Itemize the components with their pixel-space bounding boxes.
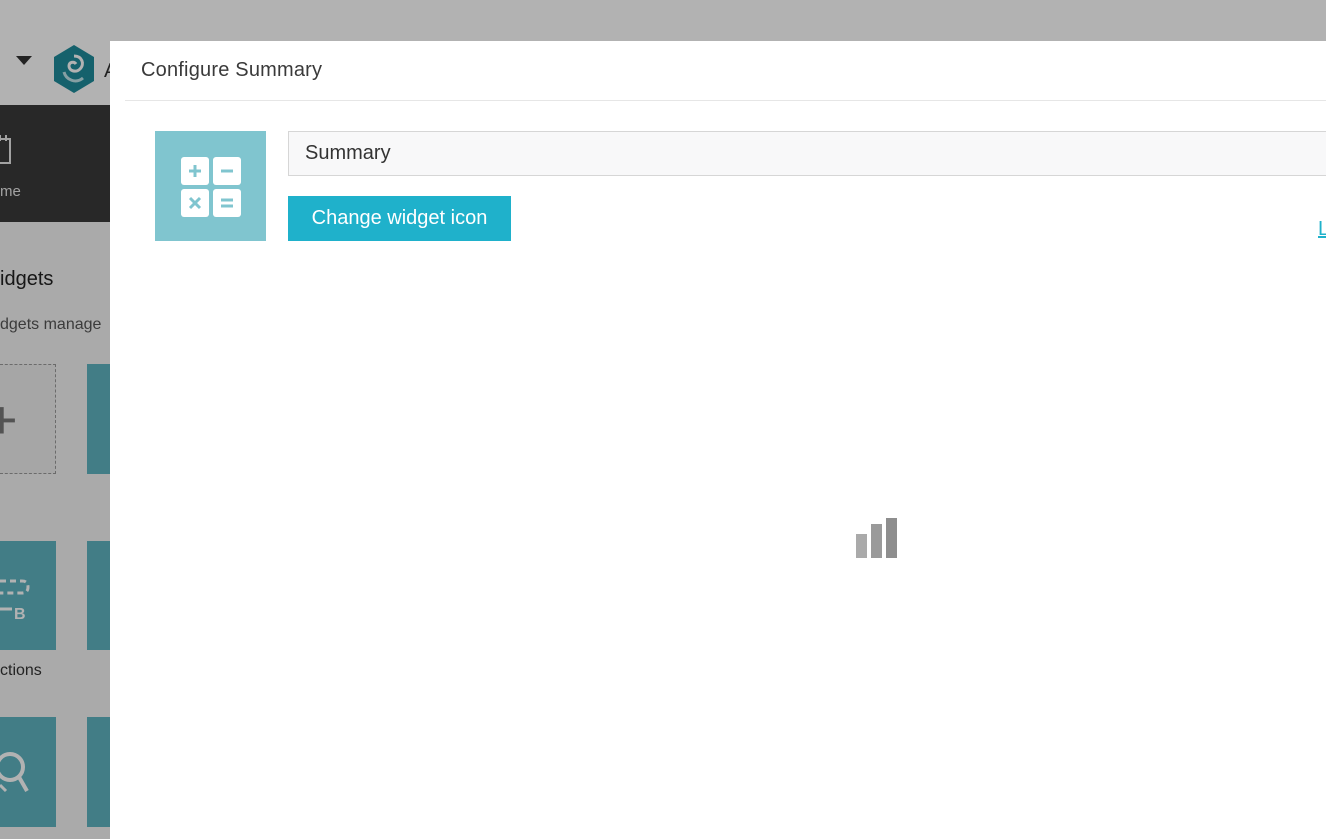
help-link[interactable]: L	[1318, 218, 1326, 241]
dialog-title: Configure Summary	[141, 59, 323, 81]
change-widget-icon-button[interactable]: Change widget icon	[288, 196, 511, 241]
widget-name-input[interactable]	[288, 131, 1326, 176]
loading-spinner-icon	[856, 518, 898, 558]
configure-summary-dialog: Configure Summary Change widget icon L	[110, 41, 1326, 839]
widget-icon-preview	[155, 131, 266, 241]
loading-bar	[856, 534, 867, 558]
loading-bar	[886, 518, 897, 558]
dialog-divider	[125, 100, 1326, 101]
calculator-icon	[181, 157, 241, 217]
loading-bar	[871, 524, 882, 558]
